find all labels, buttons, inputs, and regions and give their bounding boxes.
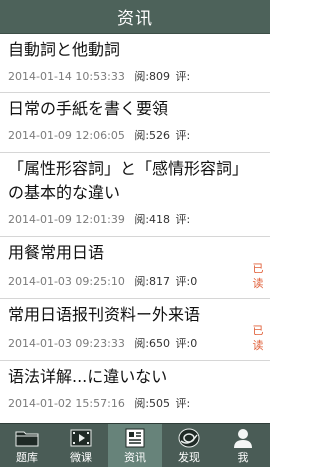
article-meta: 2014-01-14 10:53:33 阅:809 评: xyxy=(8,62,262,91)
read-badge: 已读 xyxy=(252,324,264,352)
article-list[interactable]: 自動詞と他動詞 2014-01-14 10:53:33 阅:809 评: 日常の… xyxy=(0,34,270,423)
list-item[interactable]: 用餐常用日语 2014-01-03 09:25:10 阅:817 评:0 已读 xyxy=(0,237,270,299)
list-item[interactable]: 日常の手紙を書く要領 2014-01-09 12:06:05 阅:526 评: xyxy=(0,93,270,153)
article-date: 2014-01-09 12:01:39 xyxy=(8,213,125,226)
list-item[interactable]: 自動詞と他動詞 2014-01-14 10:53:33 阅:809 评: xyxy=(0,34,270,93)
article-views: 阅:809 xyxy=(134,70,171,83)
article-comments: 评: xyxy=(175,129,191,142)
tab-label: 微课 xyxy=(70,451,92,464)
article-views: 阅:817 xyxy=(134,275,171,288)
article-title: 常用日语报刊资料ー外来语 xyxy=(8,305,201,324)
tab-label: 发现 xyxy=(178,451,200,464)
article-comments: 评: xyxy=(175,70,191,83)
bottom-tab-bar: 题库 微课 资讯 发现 我 xyxy=(0,423,270,467)
article-title: 用餐常用日语 xyxy=(8,243,105,262)
article-comments: 评: xyxy=(175,397,191,410)
tab-discover[interactable]: 发现 xyxy=(162,424,216,467)
compass-icon xyxy=(177,426,201,450)
film-icon xyxy=(69,426,93,450)
article-date: 2014-01-03 09:25:10 xyxy=(8,275,125,288)
person-icon xyxy=(231,426,255,450)
tab-news[interactable]: 资讯 xyxy=(108,424,162,467)
article-meta: 2014-01-02 15:57:16 阅:505 评: xyxy=(8,389,262,418)
article-meta: 2014-01-09 12:06:05 阅:526 评: xyxy=(8,121,262,150)
article-title: 语法详解...に違いない xyxy=(8,367,168,386)
folder-icon xyxy=(15,426,39,450)
article-meta: 2014-01-03 09:23:33 阅:650 评:0 xyxy=(8,327,262,358)
tab-label: 资讯 xyxy=(124,451,146,464)
tab-question-bank[interactable]: 题库 xyxy=(0,424,54,467)
article-meta: 2014-01-03 09:25:10 阅:817 评:0 xyxy=(8,265,262,296)
article-title: 日常の手紙を書く要領 xyxy=(8,99,169,118)
page-title: 资讯 xyxy=(117,9,153,29)
tab-label: 我 xyxy=(237,451,249,464)
article-comments: 评:0 xyxy=(175,275,198,288)
tab-micro-lessons[interactable]: 微课 xyxy=(54,424,108,467)
article-title: 自動詞と他動詞 xyxy=(8,40,121,59)
list-item[interactable]: 语法详解...に違いない 2014-01-02 15:57:16 阅:505 评… xyxy=(0,361,270,423)
article-date: 2014-01-03 09:23:33 xyxy=(8,337,125,350)
header-bar: 资讯 xyxy=(0,0,270,34)
article-date: 2014-01-14 10:53:33 xyxy=(8,70,125,83)
tab-me[interactable]: 我 xyxy=(216,424,270,467)
article-views: 阅:505 xyxy=(134,397,171,410)
article-views: 阅:650 xyxy=(134,337,171,350)
article-comments: 评:0 xyxy=(175,337,198,350)
article-meta: 2014-01-09 12:01:39 阅:418 评: xyxy=(8,205,262,234)
article-comments: 评: xyxy=(175,213,191,226)
tab-label: 题库 xyxy=(16,451,38,464)
article-views: 阅:418 xyxy=(134,213,171,226)
list-item[interactable]: 「属性形容詞」と「感情形容詞」の基本的な違い 2014-01-09 12:01:… xyxy=(0,153,270,237)
article-date: 2014-01-09 12:06:05 xyxy=(8,129,125,142)
article-title: 「属性形容詞」と「感情形容詞」の基本的な違い xyxy=(8,159,249,202)
article-views: 阅:526 xyxy=(134,129,171,142)
news-icon xyxy=(123,426,147,450)
list-item[interactable]: 常用日语报刊资料ー外来语 2014-01-03 09:23:33 阅:650 评… xyxy=(0,299,270,361)
article-date: 2014-01-02 15:57:16 xyxy=(8,397,125,410)
read-badge: 已读 xyxy=(252,262,264,290)
